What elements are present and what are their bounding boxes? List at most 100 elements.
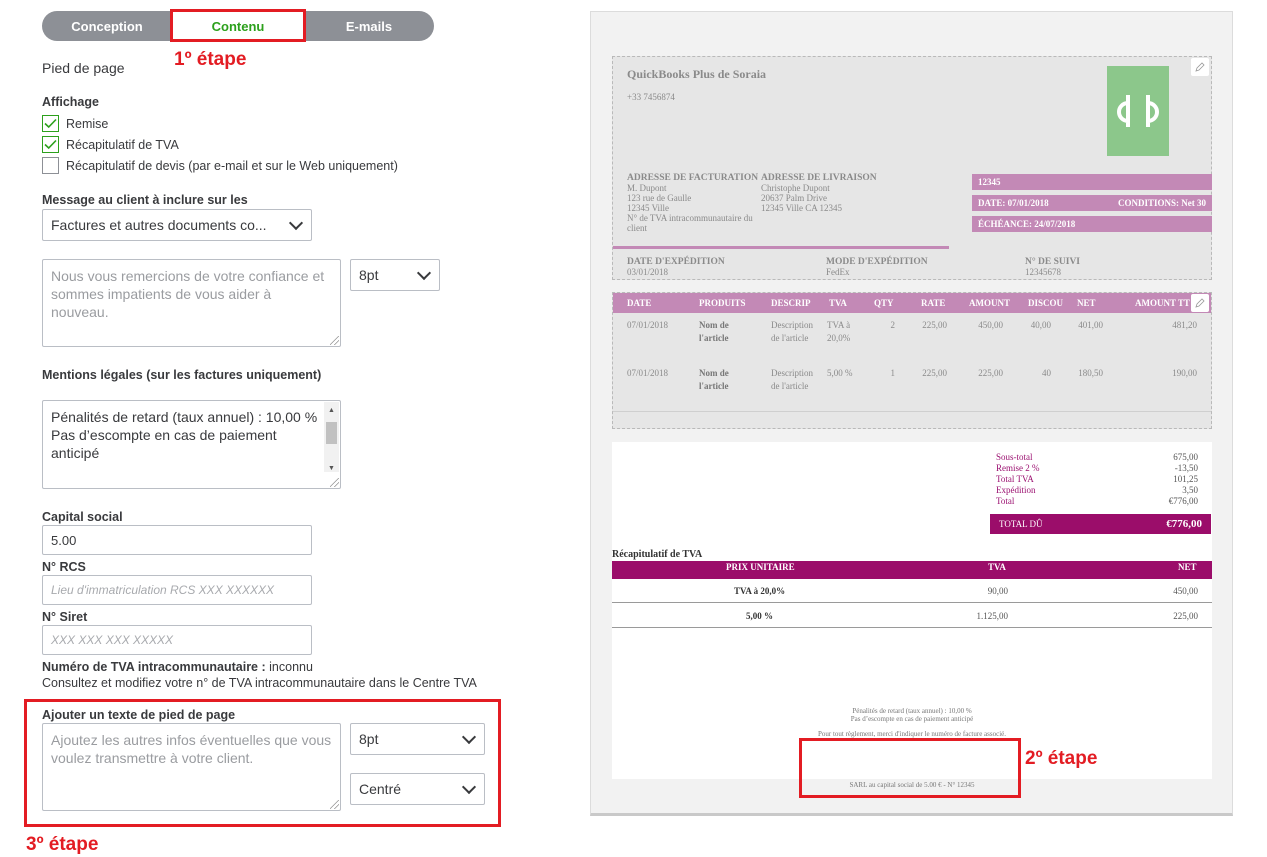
display-checkboxes: Remise Récapitulatif de TVA Récapitulati… [42, 113, 398, 176]
edit-header-button[interactable] [1191, 58, 1209, 76]
textarea-scrollbar[interactable]: ▲ ▼ [324, 402, 339, 472]
shipping-title: ADRESSE DE LIVRAISON [761, 173, 877, 183]
check-icon [44, 118, 57, 129]
resize-handle[interactable] [330, 800, 339, 809]
summary-row: Remise 2 % -13,50 [996, 463, 1198, 474]
chevron-down-icon [288, 215, 304, 231]
checkbox-row-tva[interactable]: Récapitulatif de TVA [42, 134, 398, 155]
checkbox-row-devis[interactable]: Récapitulatif de devis (par e-mail et su… [42, 155, 398, 176]
ship-mode-value: FedEx [826, 267, 850, 277]
resize-handle[interactable] [330, 478, 339, 487]
cell-date: 07/01/2018 [627, 320, 669, 330]
col-tva: TVA [829, 298, 847, 308]
col-descrip: DESCRIP [771, 298, 811, 308]
section-title: Pied de page [42, 60, 125, 76]
invoice-number-bar: 12345 [972, 174, 1212, 190]
cell-rate: 225,00 [922, 320, 947, 330]
ship-mode-label: MODE D'EXPÉDITION [826, 257, 928, 267]
footer-legal-line: Pas d’escompte en cas de paiement antici… [850, 715, 974, 723]
billing-address: ADRESSE DE FACTURATION M. Dupont 123 rue… [627, 173, 758, 233]
billing-line: 12345 Ville [627, 203, 670, 213]
invoice-number: 12345 [978, 177, 1001, 187]
step1-annotation: 1º étape [174, 49, 247, 70]
footer-font-size-value: 8pt [359, 731, 379, 747]
rcs-input[interactable]: Lieu d'immatriculation RCS XXX XXXXXX [42, 575, 312, 605]
table-row: 5,00 % 1.125,00 225,00 [612, 604, 1212, 628]
footer-font-size-select[interactable]: 8pt [350, 723, 485, 755]
vat-note: Consultez et modifiez votre n° de TVA in… [42, 676, 477, 690]
quote-summary-checkbox[interactable] [42, 157, 59, 174]
cell-net: 180,50 [1078, 368, 1103, 378]
invoice-lower-block: Sous-total 675,00 Remise 2 % -13,50 Tota… [612, 442, 1212, 789]
tab-conception[interactable]: Conception [42, 11, 172, 41]
ship-date-value: 03/01/2018 [627, 267, 669, 277]
cell-date: 07/01/2018 [627, 368, 669, 378]
resize-handle[interactable] [330, 336, 339, 345]
summary-label: Remise 2 % [996, 463, 1040, 473]
edit-items-button[interactable] [1191, 294, 1209, 312]
pencil-icon [1195, 298, 1205, 308]
vat-cell-net: 450,00 [1173, 586, 1198, 596]
siret-input[interactable]: XXX XXX XXX XXXXX [42, 625, 312, 655]
summary-value: €776,00 [1168, 496, 1198, 506]
vat-cell-rate: 5,00 % [746, 611, 773, 621]
legal-mentions-textarea[interactable]: Pénalités de retard (taux annuel) : 10,0… [42, 400, 341, 489]
cell-amount: 450,00 [978, 320, 1003, 330]
invoice-due-bar: ÉCHÉANCE: 24/07/2018 [972, 216, 1212, 232]
checkbox-row-remise[interactable]: Remise [42, 113, 398, 134]
footer-align-select[interactable]: Centré [350, 773, 485, 805]
capital-input[interactable]: 5.00 [42, 525, 312, 555]
capital-label: Capital social [42, 510, 123, 524]
company-phone: +33 7456874 [627, 92, 675, 102]
vat-cell-net: 225,00 [1173, 611, 1198, 621]
shipping-line: 12345 Ville CA 12345 [761, 203, 843, 213]
cell-rate: 225,00 [922, 368, 947, 378]
company-name: QuickBooks Plus de Soraia [627, 67, 767, 81]
tracking-value: 12345678 [1025, 267, 1061, 277]
footer-text-label: Ajouter un texte de pied de page [42, 708, 236, 722]
billing-title: ADRESSE DE FACTURATION [627, 173, 759, 183]
rcs-label: N° RCS [42, 560, 86, 574]
invoice-preview: QuickBooks Plus de Soraia +33 7456874 AD… [590, 11, 1233, 816]
total-due-label: TOTAL DÛ [999, 519, 1043, 529]
remise-label: Remise [66, 116, 109, 131]
message-font-size-select[interactable]: 8pt [350, 259, 440, 291]
footer-align-value: Centré [359, 781, 402, 797]
chevron-down-icon [461, 779, 477, 795]
customer-message-textarea[interactable]: Nous vous remercions de votre confiance … [42, 259, 341, 347]
footer-text-textarea[interactable]: Ajoutez les autres infos éventuelles que… [42, 723, 341, 811]
step2-annotation: 2º étape [1025, 748, 1098, 769]
vat-summary-header: PRIX UNITAIRE TVA NET [612, 561, 1212, 579]
remise-checkbox[interactable] [42, 115, 59, 132]
footer-payment: Pour tout règlement, merci d'indiquer le… [817, 730, 1007, 738]
company-logo [1107, 66, 1169, 156]
invoice-header-block[interactable]: QuickBooks Plus de Soraia +33 7456874 AD… [612, 56, 1212, 280]
cell-discount: 40,00 [1030, 320, 1051, 330]
table-row: 07/01/2018 Nom de l'article Description … [613, 363, 1211, 411]
cell-net: 401,00 [1078, 320, 1103, 330]
message-document-select[interactable]: Factures et autres documents co... [42, 209, 312, 241]
cell-tva: TVA à 20,0% [827, 320, 851, 343]
summary-label: Total TVA [996, 474, 1034, 484]
legal-line-2: Pas d’escompte en cas de paiement antici… [51, 427, 277, 461]
summary-value: -13,50 [1174, 463, 1198, 473]
invoice-items-block[interactable]: DATE PRODUITS DESCRIP TVA QTY RATE AMOUN… [612, 292, 1212, 429]
col-amount-ttc: AMOUNT TT [1135, 298, 1190, 308]
col-net: NET [1077, 298, 1096, 308]
tracking-block: N° DE SUIVI 12345678 [1025, 257, 1080, 277]
chevron-down-icon [416, 265, 432, 281]
vat-cell-tva: 90,00 [987, 586, 1008, 596]
footer-legal: Pénalités de retard (taux annuel) : 10,0… [612, 707, 1212, 723]
cell-tva: 5,00 % [827, 368, 853, 378]
tab-emails[interactable]: E-mails [304, 11, 434, 41]
billing-line: 123 rue de Gaulle [627, 193, 692, 203]
cell-total: 190,00 [1172, 368, 1197, 378]
vat-cell-rate: TVA à 20,0% [734, 586, 786, 596]
shipping-line: Christophe Dupont [761, 183, 830, 193]
cell-qty: 1 [890, 368, 896, 378]
summary-label: Sous-total [996, 452, 1033, 462]
cell-desc: Description de l'article [771, 320, 813, 343]
summary-label: Total [996, 496, 1015, 506]
cell-desc: Description de l'article [771, 368, 813, 391]
vat-summary-checkbox[interactable] [42, 136, 59, 153]
